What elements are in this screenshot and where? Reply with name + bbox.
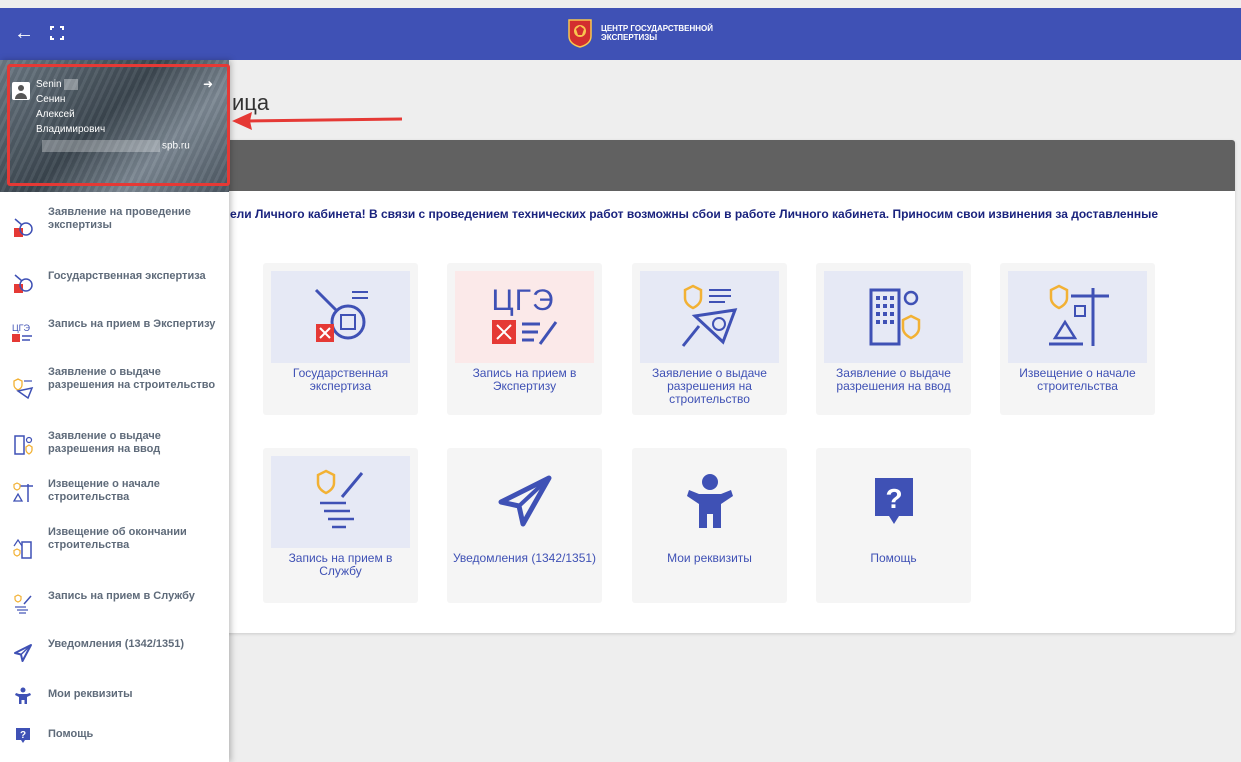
expertise-icon	[12, 218, 34, 240]
avatar-icon	[12, 82, 30, 100]
sidebar-item-construction-end[interactable]: Извещение об окончании строительства	[0, 526, 229, 572]
tile-label: Запись на прием в Экспертизу	[472, 366, 577, 393]
help-icon: ?	[12, 725, 34, 747]
paper-plane-icon	[455, 456, 594, 548]
permit-icon	[640, 271, 779, 363]
service-icon	[271, 456, 410, 548]
brand-title: ЦЕНТР ГОСУДАРСТВЕННОЙ ЭКСПЕРТИЗЫ	[601, 24, 714, 42]
person-icon	[640, 456, 779, 548]
completion-icon	[12, 538, 34, 560]
profile-info: Senin Сенин Алексей Владимирович	[36, 77, 105, 137]
tile-state-expertise[interactable]: Государственная экспертиза	[263, 263, 418, 415]
sidebar-item-label: Запись на прием в Службу	[48, 590, 195, 602]
profile-first-name: Алексей	[36, 109, 75, 120]
svg-text:?: ?	[20, 730, 26, 741]
sidebar-item-commissioning-permit[interactable]: Заявление о выдаче разрешения на ввод	[0, 430, 229, 460]
logout-icon[interactable]: ➜	[203, 77, 213, 91]
annotation-arrow	[232, 112, 403, 130]
building-icon	[824, 271, 963, 363]
tile-construction-start[interactable]: Извещение о начале строительства	[1000, 263, 1155, 415]
sidebar-item-appointment-service[interactable]: Запись на прием в Службу	[0, 590, 229, 620]
permit-icon	[12, 378, 34, 400]
tile-appointment-expertise[interactable]: ЦГЭ Запись на прием в Экспертизу	[447, 263, 602, 415]
sidebar-item-label: Помощь	[48, 728, 94, 740]
tile-commissioning-permit[interactable]: Заявление о выдаче разрешения на ввод	[816, 263, 971, 415]
sidebar-item-label: Извещение о начале строительства	[48, 478, 160, 503]
service-icon	[12, 594, 34, 616]
sidebar-item-construction-start[interactable]: Извещение о начале строительства	[0, 478, 229, 508]
sidebar-item-label: Заявление о выдаче разрешения на строите…	[48, 366, 216, 391]
sidebar-item-appointment-expertise[interactable]: ЦГЭ Запись на прием в Экспертизу	[0, 318, 229, 348]
sidebar-item-label: Государственная экспертиза	[48, 270, 206, 282]
sidebar-item-help[interactable]: ? Помощь	[0, 726, 229, 746]
tile-appointment-service[interactable]: Запись на прием в Службу	[263, 448, 418, 603]
sidebar-item-state-expertise[interactable]: Государственная экспертиза	[0, 270, 229, 300]
tile-help[interactable]: ? Помощь	[816, 448, 971, 603]
expertise-icon	[271, 271, 410, 363]
crane-icon	[12, 482, 34, 504]
sidebar-item-label: Мои реквизиты	[48, 688, 133, 700]
building-icon	[12, 434, 34, 456]
tile-label: Уведомления (1342/1351)	[452, 551, 597, 565]
tile-label: Извещение о начале строительства	[1019, 366, 1136, 393]
svg-text:?: ?	[885, 483, 902, 514]
emblem-icon	[568, 19, 592, 48]
tile-building-permit[interactable]: Заявление о выдаче разрешения на строите…	[632, 263, 787, 415]
sidebar-item-label: Заявление о выдаче разрешения на ввод	[48, 430, 161, 455]
top-app-bar: ← ЦЕНТР ГОСУДАРСТВЕННОЙ ЭКСПЕРТИЗЫ	[0, 8, 1241, 60]
sidebar-item-label: Извещение об окончании строительства	[48, 526, 187, 551]
redacted-block	[42, 140, 160, 152]
profile-email: spb.ru	[42, 140, 190, 152]
help-icon: ?	[824, 456, 963, 548]
cge-icon: ЦГЭ	[455, 271, 594, 363]
paper-plane-icon	[12, 642, 34, 664]
sidebar-item-notifications[interactable]: Уведомления (1342/1351)	[0, 638, 229, 668]
tile-label: Заявление о выдаче разрешения на строите…	[652, 366, 767, 406]
profile-last-name: Сенин	[36, 94, 66, 105]
profile-middle-name: Владимирович	[36, 124, 106, 135]
tile-label: Помощь	[870, 551, 917, 565]
sidebar-item-my-details[interactable]: Мои реквизиты	[0, 686, 229, 706]
redacted-block	[63, 78, 78, 90]
cge-text: ЦГЭ	[491, 284, 555, 317]
sidebar-item-label: Заявление на проведение экспертизы	[48, 206, 191, 231]
maintenance-notice: ели Личного кабинета! В связи с проведен…	[230, 207, 1159, 221]
tile-label: Заявление о выдаче разрешения на ввод	[836, 366, 951, 393]
card-header	[210, 140, 1235, 191]
arrow-left-icon[interactable]: ←	[14, 22, 34, 44]
side-drawer: Senin Сенин Алексей Владимирович spb.ru …	[0, 60, 230, 762]
sidebar-item-label: Запись на прием в Экспертизу	[48, 318, 216, 330]
cge-icon: ЦГЭ	[12, 322, 34, 344]
tile-label: Государственная экспертиза	[292, 366, 389, 393]
tile-notifications[interactable]: Уведомления (1342/1351)	[447, 448, 602, 603]
tile-label: Запись на прием в Службу	[288, 551, 393, 578]
expertise-icon	[12, 274, 34, 296]
profile-login: Senin	[36, 77, 105, 92]
person-icon	[12, 685, 34, 707]
sidebar-item-building-permit[interactable]: Заявление о выдаче разрешения на строите…	[0, 366, 229, 412]
crane-icon	[1008, 271, 1147, 363]
sidebar-item-label: Уведомления (1342/1351)	[48, 638, 185, 650]
tile-label: Мои реквизиты	[667, 551, 752, 565]
tile-my-details[interactable]: Мои реквизиты	[632, 448, 787, 603]
svg-text:ЦГЭ: ЦГЭ	[12, 323, 31, 333]
brand-logo[interactable]: ЦЕНТР ГОСУДАРСТВЕННОЙ ЭКСПЕРТИЗЫ	[567, 18, 731, 48]
sidebar-item-expertise-application[interactable]: Заявление на проведение экспертизы	[0, 206, 229, 252]
fullscreen-icon[interactable]	[50, 26, 64, 40]
